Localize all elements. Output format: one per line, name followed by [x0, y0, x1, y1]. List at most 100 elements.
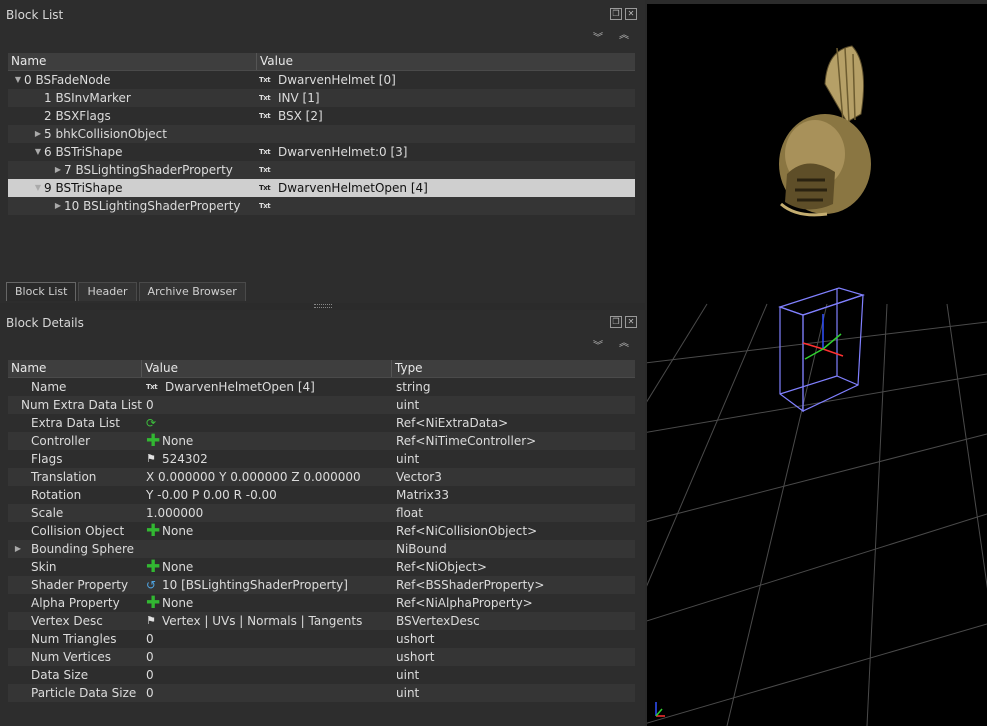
add-icon[interactable]: ✚	[146, 523, 160, 540]
detail-row[interactable]: Name Txt DwarvenHelmetOpen [4] string	[8, 378, 635, 396]
expand-all-icon[interactable]: ︾	[591, 33, 605, 45]
detail-row[interactable]: Shader Property ↺ 10 [BSLightingShaderProp…	[8, 576, 635, 594]
field-value[interactable]: 1.000000	[146, 504, 203, 522]
add-icon[interactable]: ✚	[146, 595, 160, 612]
detail-row[interactable]: Collision Object ✚ None Ref<NiCollisionObje…	[8, 522, 635, 540]
text-type-icon: Txt	[259, 166, 271, 174]
field-name: Alpha Property	[31, 596, 120, 610]
field-value[interactable]: Y -0.00 P 0.00 R -0.00	[146, 486, 277, 504]
detail-row[interactable]: Particle Data Size 0 uint	[8, 684, 635, 702]
tree-row[interactable]: ▶ 7 BSLightingShaderProperty Txt	[8, 161, 635, 179]
block-details-header: Name Value Type	[8, 360, 635, 378]
refresh-icon[interactable]: ⟳	[146, 414, 160, 432]
detail-row[interactable]: Num Vertices 0 ushort	[8, 648, 635, 666]
tree-row[interactable]: ▼ 6 BSTriShape Txt DwarvenHelmet:0 [3]	[8, 143, 635, 161]
field-value[interactable]: Vertex | UVs | Normals | Tangents	[162, 612, 362, 630]
block-name: 9 BSTriShape	[44, 181, 123, 195]
field-value[interactable]: 10 [BSLightingShaderProperty]	[162, 576, 348, 594]
float-icon[interactable]: ❐	[610, 316, 622, 328]
field-value[interactable]: 0	[146, 630, 154, 648]
field-type: uint	[396, 686, 420, 700]
column-name-header[interactable]: Name	[8, 360, 142, 377]
viewport-scene[interactable]	[647, 4, 987, 726]
detail-row[interactable]: Extra Data List ⟳ Ref<NiExtraData>	[8, 414, 635, 432]
column-value-header[interactable]: Value	[257, 53, 635, 70]
expand-arrow-icon[interactable]: ▶	[12, 540, 24, 558]
detail-row[interactable]: Skin ✚ None Ref<NiObject>	[8, 558, 635, 576]
block-details-table[interactable]: Name Value Type Name Txt DwarvenHelmetOpen…	[8, 360, 635, 702]
field-value[interactable]: 0	[146, 648, 154, 666]
text-type-icon: Txt	[146, 383, 158, 391]
close-icon[interactable]: ✕	[625, 8, 637, 20]
detail-row[interactable]: Controller ✚ None Ref<NiTimeController>	[8, 432, 635, 450]
column-type-header[interactable]: Type	[392, 360, 635, 377]
block-list-tree[interactable]: Name Value ▼ 0 BSFadeNode Txt DwarvenHelmet…	[8, 53, 635, 215]
tree-row[interactable]: 1 BSInvMarker Txt INV [1]	[8, 89, 635, 107]
tree-row[interactable]: ▼ 9 BSTriShape Txt DwarvenHelmetOpen [4]	[8, 179, 635, 197]
expand-arrow-icon[interactable]: ▶	[52, 161, 64, 179]
text-type-icon: Txt	[259, 148, 271, 156]
column-value-header[interactable]: Value	[142, 360, 392, 377]
detail-row[interactable]: Num Triangles 0 ushort	[8, 630, 635, 648]
column-name-header[interactable]: Name	[8, 53, 257, 70]
splitter-handle[interactable]	[314, 304, 332, 308]
tab-block-list[interactable]: Block List	[6, 282, 77, 301]
flag-icon[interactable]: ⚑	[146, 612, 160, 630]
field-value[interactable]: None	[162, 594, 193, 612]
detail-row[interactable]: Scale 1.000000 float	[8, 504, 635, 522]
field-value[interactable]: 0	[146, 666, 154, 684]
field-value[interactable]: DwarvenHelmetOpen [4]	[165, 378, 315, 396]
collapse-all-icon[interactable]: ︽	[617, 338, 631, 350]
add-icon[interactable]: ✚	[146, 559, 160, 576]
field-type: NiBound	[396, 542, 447, 556]
field-name: Num Extra Data List	[20, 398, 142, 412]
add-icon[interactable]: ✚	[146, 433, 160, 450]
field-value[interactable]: None	[162, 522, 193, 540]
field-type: BSVertexDesc	[396, 614, 480, 628]
block-value: DwarvenHelmetOpen [4]	[278, 181, 428, 195]
field-type: uint	[396, 452, 420, 466]
field-name: Num Vertices	[31, 650, 111, 664]
detail-row[interactable]: ▶ Bounding Sphere NiBound	[8, 540, 635, 558]
detail-row[interactable]: Data Size 0 uint	[8, 666, 635, 684]
link-icon[interactable]: ↺	[146, 576, 160, 594]
block-name: 6 BSTriShape	[44, 145, 123, 159]
expand-all-icon[interactable]: ︾	[591, 341, 605, 353]
flag-icon[interactable]: ⚑	[146, 450, 160, 468]
field-value[interactable]: None	[162, 558, 193, 576]
render-viewport[interactable]	[647, 4, 987, 726]
expand-arrow-icon[interactable]: ▶	[32, 125, 44, 143]
collapse-arrow-icon[interactable]: ▼	[32, 143, 44, 161]
detail-row[interactable]: Rotation Y -0.00 P 0.00 R -0.00 Matrix33	[8, 486, 635, 504]
collapse-arrow-icon[interactable]: ▼	[12, 71, 24, 89]
field-value[interactable]: X 0.000000 Y 0.000000 Z 0.000000	[146, 468, 361, 486]
tree-row[interactable]: ▶ 5 bhkCollisionObject	[8, 125, 635, 143]
field-type: Ref<NiAlphaProperty>	[396, 596, 533, 610]
tree-row[interactable]: 2 BSXFlags Txt BSX [2]	[8, 107, 635, 125]
detail-row[interactable]: Flags ⚑ 524302 uint	[8, 450, 635, 468]
field-value[interactable]: 0	[146, 396, 154, 414]
detail-row[interactable]: Translation X 0.000000 Y 0.000000 Z 0.000…	[8, 468, 635, 486]
detail-row[interactable]: Num Extra Data List 0 uint	[8, 396, 635, 414]
block-name: 7 BSLightingShaderProperty	[64, 163, 233, 177]
close-icon[interactable]: ✕	[625, 316, 637, 328]
field-value[interactable]: 0	[146, 684, 154, 702]
field-name: Name	[31, 380, 67, 394]
collapse-arrow-icon[interactable]: ▼	[32, 179, 44, 197]
helmet-model[interactable]	[779, 45, 871, 217]
field-type: Ref<NiExtraData>	[396, 416, 509, 430]
tree-row[interactable]: ▼ 0 BSFadeNode Txt DwarvenHelmet [0]	[8, 71, 635, 89]
field-name: Particle Data Size	[31, 686, 137, 700]
collapse-all-icon[interactable]: ︽	[617, 30, 631, 42]
expand-arrow-icon[interactable]: ▶	[52, 197, 64, 215]
field-name: Translation	[31, 470, 97, 484]
detail-row[interactable]: Alpha Property ✚ None Ref<NiAlphaProperty>	[8, 594, 635, 612]
field-value[interactable]: None	[162, 432, 193, 450]
tab-archive-browser[interactable]: Archive Browser	[138, 282, 246, 301]
field-value[interactable]: 524302	[162, 450, 208, 468]
float-icon[interactable]: ❐	[610, 8, 622, 20]
tab-header[interactable]: Header	[78, 282, 137, 301]
detail-row[interactable]: Vertex Desc ⚑ Vertex | UVs | Normals | Tan…	[8, 612, 635, 630]
field-type: Ref<NiCollisionObject>	[396, 524, 538, 538]
tree-row[interactable]: ▶ 10 BSLightingShaderProperty Txt	[8, 197, 635, 215]
